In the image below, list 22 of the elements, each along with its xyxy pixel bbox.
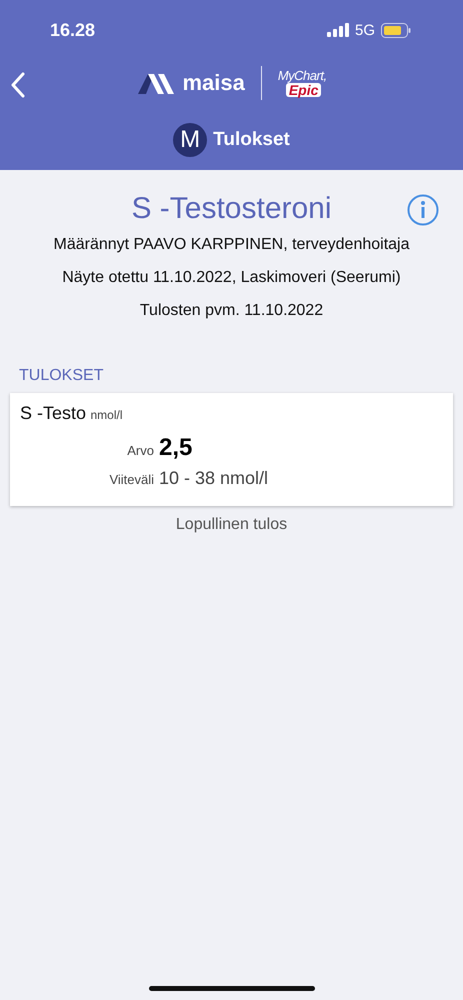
info-button[interactable] <box>407 194 439 226</box>
partner-logo: Epic <box>286 83 322 97</box>
section-heading: TULOKSET <box>19 367 104 385</box>
range-label: Viiteväli <box>108 472 154 487</box>
battery-icon <box>381 22 411 38</box>
test-detail: Määrännyt PAAVO KARPPINEN, terveydenhoitaja <box>53 235 410 255</box>
result-value: 2,5 <box>159 434 194 462</box>
avatar: M <box>173 123 208 157</box>
test-title: S -Testosteroni <box>131 191 332 227</box>
result-unit: nmol/l <box>90 408 122 422</box>
value-label: Arvo <box>126 443 154 458</box>
result-name: S -Testo <box>20 403 86 423</box>
signal-icon <box>326 23 349 37</box>
reference-range: 10 - 38 nmol/l <box>159 468 270 489</box>
status-time: 16.28 <box>50 20 96 40</box>
test-detail: Tulosten pvm. 11.10.2022 <box>140 301 324 321</box>
partner-name: MyChart, <box>278 69 327 82</box>
brand-name: maisa <box>182 70 245 96</box>
test-detail: Näyte otettu 11.10.2022, Laskimoveri (Seerumi) <box>62 268 401 288</box>
network-label: 5G <box>354 22 375 38</box>
result-status: Lopullinen tulos <box>174 516 288 534</box>
page-title: Tulokset <box>213 129 290 151</box>
